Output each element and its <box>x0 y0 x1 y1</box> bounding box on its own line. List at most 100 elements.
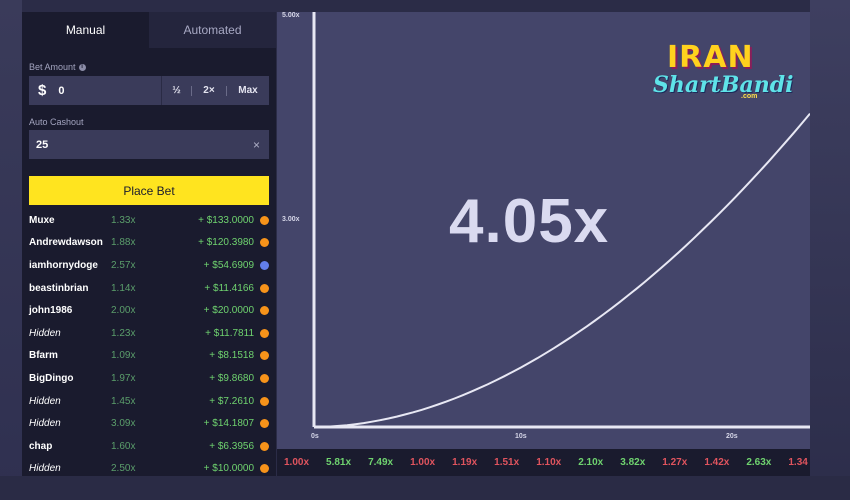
history-item[interactable]: 1.51x <box>494 457 519 468</box>
bet-profit: + $20.0000 <box>203 305 254 317</box>
bet-row: chap 1.60x + $6.3956 <box>22 435 276 458</box>
max-bet-button[interactable]: Max <box>227 76 269 105</box>
bet-row: Hidden 1.45x + $7.2610 <box>22 390 276 413</box>
x-label-20: 20s <box>726 433 738 440</box>
info-icon[interactable]: i <box>78 63 86 71</box>
bet-profit: + $9.8680 <box>209 372 254 384</box>
bet-multiplier: 2.50x <box>111 463 136 475</box>
x-label-10: 10s <box>515 433 527 440</box>
bet-multiplier: 1.14x <box>111 282 136 294</box>
btc-coin-icon <box>260 306 269 316</box>
bet-player-name[interactable]: BigDingo <box>29 373 73 384</box>
logo-text-top: IRAN <box>667 40 754 75</box>
bet-player-name[interactable]: Bfarm <box>29 350 58 361</box>
logo-text-suffix: .com <box>741 93 758 100</box>
btc-coin-icon <box>260 419 269 429</box>
site-logo: IRAN ShartBandi .com <box>653 40 793 112</box>
history-item[interactable]: 1.00x <box>284 457 309 468</box>
bet-multiplier: 1.88x <box>111 237 136 249</box>
btc-coin-icon <box>260 283 269 293</box>
double-bet-button[interactable]: 2× <box>192 76 226 105</box>
history-item[interactable]: 7.49x <box>368 457 393 468</box>
history-item[interactable]: 1.42x <box>704 457 729 468</box>
place-bet-button[interactable]: Place Bet <box>29 176 269 205</box>
bet-player-name[interactable]: Hidden <box>29 328 61 339</box>
bet-multiplier: 1.45x <box>111 395 136 407</box>
tab-automated[interactable]: Automated <box>149 12 276 48</box>
crash-graph: 5.00x 3.00x 0s 10s 20s 4.05x IRAN ShartB… <box>277 12 810 449</box>
clear-icon[interactable]: × <box>253 138 260 152</box>
y-label-top: 5.00x <box>282 12 300 19</box>
bet-profit: + $120.3980 <box>198 237 254 249</box>
btc-coin-icon <box>260 441 269 451</box>
history-item[interactable]: 1.00x <box>410 457 435 468</box>
history-item[interactable]: 1.10x <box>536 457 561 468</box>
history-item[interactable]: 3.82x <box>620 457 645 468</box>
btc-coin-icon <box>260 328 269 338</box>
eth-coin-icon <box>260 260 269 270</box>
bet-profit: + $7.2610 <box>209 395 254 407</box>
bet-row: Bfarm 1.09x + $8.1518 <box>22 345 276 368</box>
btc-coin-icon <box>260 215 269 225</box>
bet-profit: + $8.1518 <box>209 350 254 362</box>
bet-multiplier: 2.57x <box>111 259 136 271</box>
history-item[interactable]: 5.81x <box>326 457 351 468</box>
bet-multiplier: 2.00x <box>111 305 136 317</box>
x-label-0: 0s <box>311 433 319 440</box>
bet-player-name[interactable]: Hidden <box>29 463 61 474</box>
bet-amount-label: Bet Amount i <box>29 62 86 72</box>
history-item[interactable]: 1.34 <box>788 457 807 468</box>
bet-player-name[interactable]: iamhornydoge <box>29 260 98 271</box>
bet-amount-input[interactable]: $ 0 <box>29 76 162 105</box>
bet-row: beastinbrian 1.14x + $11.4166 <box>22 277 276 300</box>
background-bottom <box>0 476 850 500</box>
history-item[interactable]: 1.19x <box>452 457 477 468</box>
bet-multiplier: 1.33x <box>111 214 136 226</box>
bets-list: Muxe 1.33x + $133.0000 Andrewdawson 1.88x + $… <box>22 209 276 476</box>
bet-profit: + $6.3956 <box>209 440 254 452</box>
logo-text-bottom: ShartBandi <box>653 72 794 98</box>
bet-multiplier: 1.60x <box>111 440 136 452</box>
bet-profit: + $10.0000 <box>203 463 254 475</box>
history-item[interactable]: 1.27x <box>662 457 687 468</box>
background-right <box>810 0 850 500</box>
current-multiplier: 4.05x <box>449 187 610 256</box>
bet-amount-row: $ 0 ½ 2× Max <box>29 76 269 105</box>
bet-player-name[interactable]: beastinbrian <box>29 283 88 294</box>
bet-row: Hidden 2.50x + $10.0000 <box>22 458 276 476</box>
bet-row: Hidden 1.23x + $11.7811 <box>22 322 276 345</box>
bet-row: Andrewdawson 1.88x + $120.3980 <box>22 232 276 255</box>
mode-tabs: Manual Automated <box>22 12 276 48</box>
auto-cashout-input[interactable]: 25 × <box>29 130 269 159</box>
bet-player-name[interactable]: john1986 <box>29 305 72 316</box>
bet-multiplier: 1.09x <box>111 350 136 362</box>
bet-player-name[interactable]: Hidden <box>29 418 61 429</box>
btc-coin-icon <box>260 238 269 248</box>
bet-row: Hidden 3.09x + $14.1807 <box>22 412 276 435</box>
auto-cashout-label: Auto Cashout <box>29 117 84 127</box>
bet-player-name[interactable]: chap <box>29 441 52 452</box>
bet-amount-value: 0 <box>58 84 65 97</box>
bet-row: BigDingo 1.97x + $9.8680 <box>22 367 276 390</box>
history-item[interactable]: 2.63x <box>746 457 771 468</box>
bet-profit: + $11.4166 <box>204 282 254 294</box>
bet-profit: + $133.0000 <box>198 214 254 226</box>
bet-player-name[interactable]: Hidden <box>29 396 61 407</box>
bet-multiplier: 1.23x <box>111 327 136 339</box>
btc-coin-icon <box>260 351 269 361</box>
bet-player-name[interactable]: Muxe <box>29 215 55 226</box>
tab-manual[interactable]: Manual <box>22 12 149 48</box>
bet-multiplier: 3.09x <box>111 418 136 430</box>
history-item[interactable]: 2.10x <box>578 457 603 468</box>
bet-profit: + $11.7811 <box>205 327 254 339</box>
bet-player-name[interactable]: Andrewdawson <box>29 237 103 248</box>
auto-cashout-value: 25 <box>36 138 49 151</box>
btc-coin-icon <box>260 396 269 406</box>
bet-panel: Manual Automated Bet Amount i $ 0 ½ 2× M… <box>22 12 276 476</box>
multiplier-curve <box>313 112 810 428</box>
btc-coin-icon <box>260 464 269 474</box>
half-bet-button[interactable]: ½ <box>162 76 191 105</box>
bet-row: iamhornydoge 2.57x + $54.6909 <box>22 254 276 277</box>
btc-coin-icon <box>260 373 269 383</box>
bet-profit: + $14.1807 <box>203 418 254 430</box>
